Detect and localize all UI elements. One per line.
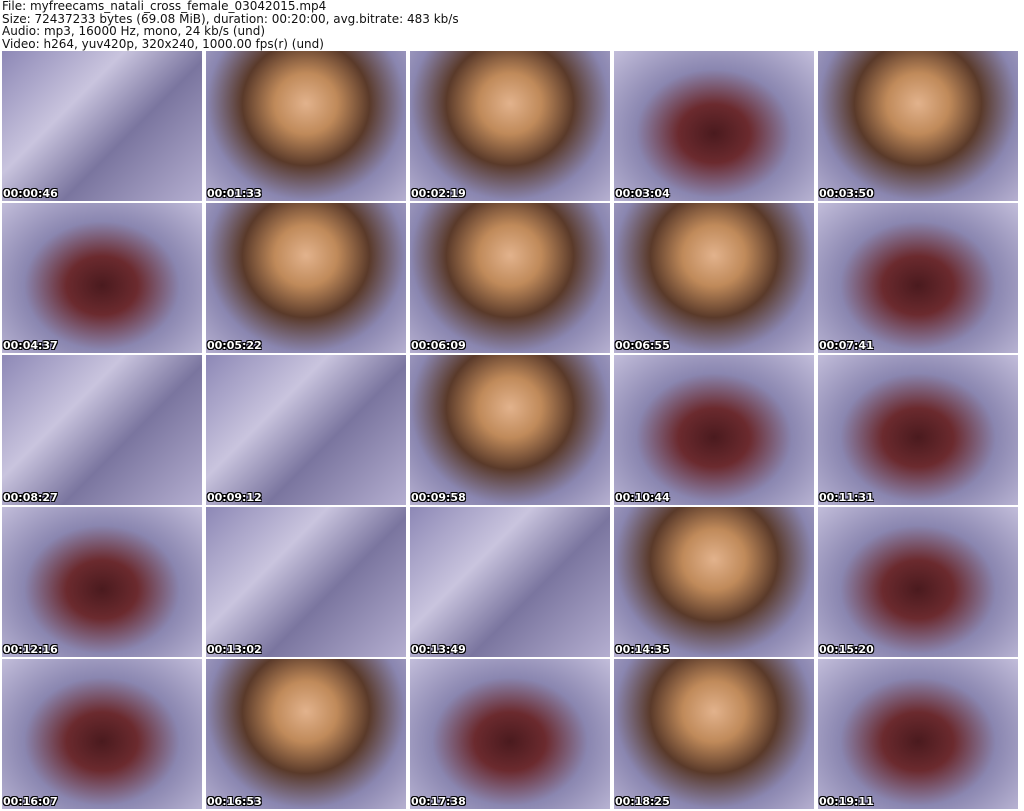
timestamp: 00:18:25 [615,795,670,808]
timestamp: 00:10:44 [615,491,670,504]
video-thumbnail: 00:08:27 [2,355,202,505]
timestamp: 00:03:04 [615,187,670,200]
video-thumbnail: 00:16:07 [2,659,202,809]
video-thumbnail: 00:13:02 [206,507,406,657]
timestamp: 00:06:09 [411,339,466,352]
video-thumbnail: 00:10:44 [614,355,814,505]
timestamp: 00:06:55 [615,339,670,352]
timestamp: 00:03:50 [819,187,874,200]
video-thumbnail: 00:05:22 [206,203,406,353]
timestamp: 00:01:33 [207,187,262,200]
timestamp: 00:02:19 [411,187,466,200]
video-thumbnail: 00:19:11 [818,659,1018,809]
video-thumbnail: 00:09:12 [206,355,406,505]
video-thumbnail: 00:02:19 [410,51,610,201]
timestamp: 00:04:37 [3,339,58,352]
video-info: Video: h264, yuv420p, 320x240, 1000.00 f… [2,36,324,51]
video-thumbnail: 00:13:49 [410,507,610,657]
audio-info: Audio: mp3, 16000 Hz, mono, 24 kb/s (und… [2,24,266,38]
timestamp: 00:16:07 [3,795,58,808]
timestamp: 00:17:38 [411,795,466,808]
video-thumbnail: 00:03:04 [614,51,814,201]
video-thumbnail: 00:12:16 [2,507,202,657]
timestamp: 00:09:58 [411,491,466,504]
video-thumbnail: 00:00:46 [2,51,202,201]
timestamp: 00:13:02 [207,643,262,656]
timestamp: 00:19:11 [819,795,874,808]
timestamp: 00:16:53 [207,795,262,808]
timestamp: 00:09:12 [207,491,262,504]
video-thumbnail: 00:06:55 [614,203,814,353]
video-thumbnail: 00:07:41 [818,203,1018,353]
video-thumbnail: 00:11:31 [818,355,1018,505]
timestamp: 00:07:41 [819,339,874,352]
video-thumbnail: 00:03:50 [818,51,1018,201]
timestamp: 00:08:27 [3,491,58,504]
timestamp: 00:00:46 [3,187,58,200]
file-name: File: myfreecams_natali_cross_female_030… [2,0,327,13]
thumbnail-grid: 00:00:46 00:01:33 00:02:19 00:03:04 00:03:50… [2,51,1018,809]
video-thumbnail: 00:18:25 [614,659,814,809]
video-thumbnail: 00:16:53 [206,659,406,809]
timestamp: 00:15:20 [819,643,874,656]
video-thumbnail: 00:01:33 [206,51,406,201]
timestamp: 00:05:22 [207,339,262,352]
video-thumbnail: 00:04:37 [2,203,202,353]
file-info: File: myfreecams_natali_cross_female_030… [2,0,459,50]
video-thumbnail: 00:17:38 [410,659,610,809]
video-thumbnail: 00:14:35 [614,507,814,657]
video-thumbnail: 00:09:58 [410,355,610,505]
timestamp: 00:14:35 [615,643,670,656]
video-thumbnail: 00:15:20 [818,507,1018,657]
timestamp: 00:11:31 [819,491,874,504]
timestamp: 00:13:49 [411,643,466,656]
video-thumbnail: 00:06:09 [410,203,610,353]
timestamp: 00:12:16 [3,643,58,656]
